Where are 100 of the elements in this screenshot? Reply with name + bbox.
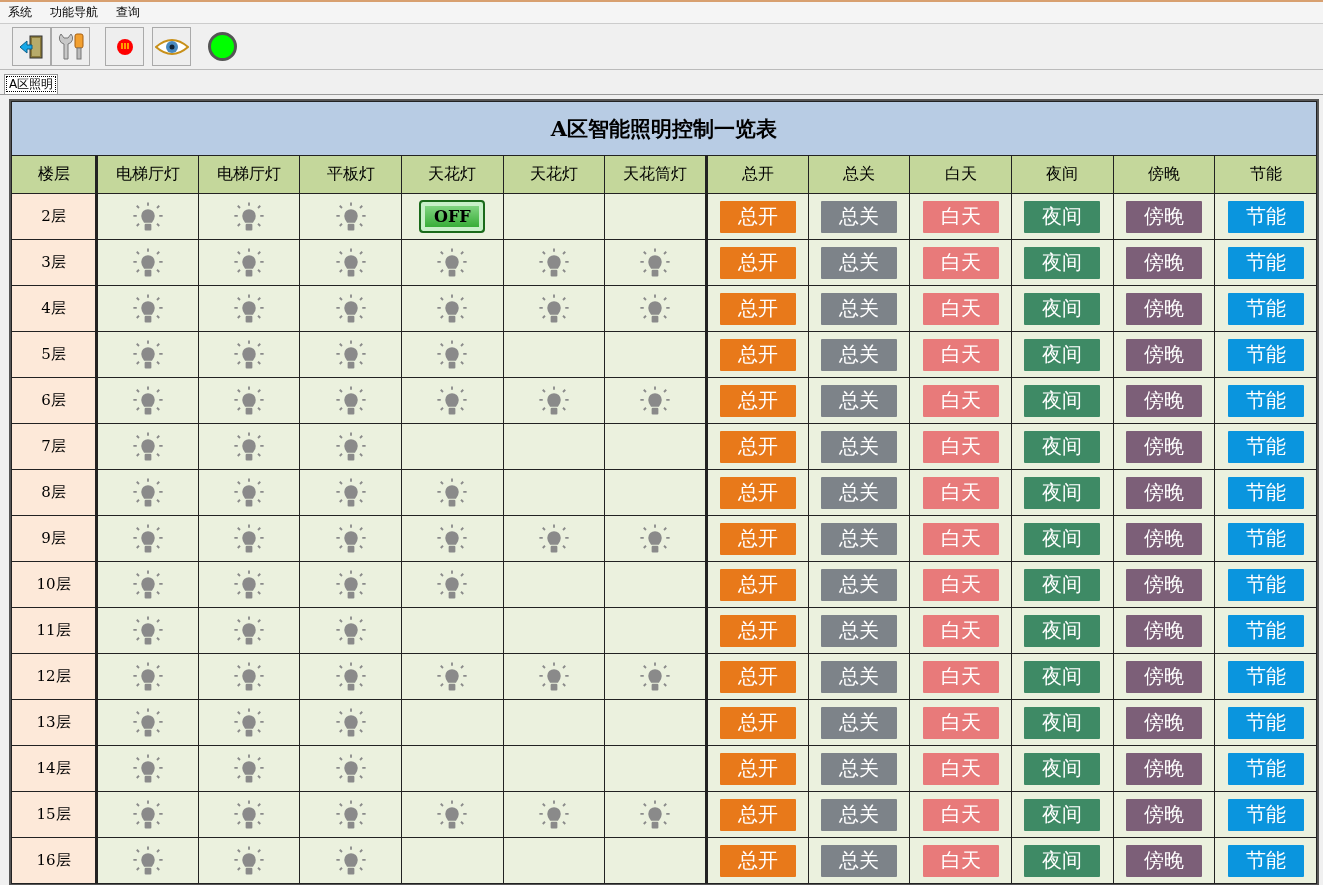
action-button[interactable]: 夜间 [1024,660,1101,693]
action-button[interactable]: 节能 [1227,752,1304,785]
light-bulb-icon[interactable] [231,476,267,509]
action-button[interactable]: 白天 [922,568,999,601]
tab[interactable]: A区照明 [4,74,59,94]
action-button[interactable]: 总开 [719,338,796,371]
action-button[interactable]: 总开 [719,614,796,647]
action-button[interactable]: 总开 [719,752,796,785]
action-button[interactable]: 夜间 [1024,292,1101,325]
action-button[interactable]: 总开 [719,568,796,601]
action-button[interactable]: 傍晚 [1125,844,1202,877]
action-button[interactable]: 夜间 [1024,476,1101,509]
action-button[interactable]: 总开 [719,706,796,739]
menu-item[interactable]: 系统 [8,4,32,21]
action-button[interactable]: 总关 [820,476,897,509]
action-button[interactable]: 白天 [922,798,999,831]
action-button[interactable]: 白天 [922,614,999,647]
action-button[interactable]: 白天 [922,430,999,463]
action-button[interactable]: 夜间 [1024,246,1101,279]
action-button[interactable]: 白天 [922,706,999,739]
action-button[interactable]: 白天 [922,200,999,233]
light-bulb-icon[interactable] [231,384,267,417]
action-button[interactable]: 夜间 [1024,844,1101,877]
action-button[interactable]: 总关 [820,844,897,877]
action-button[interactable]: 白天 [922,660,999,693]
action-button[interactable]: 白天 [922,338,999,371]
action-button[interactable]: 傍晚 [1125,292,1202,325]
light-bulb-icon[interactable] [231,660,267,693]
action-button[interactable]: 节能 [1227,614,1304,647]
action-button[interactable]: 节能 [1227,798,1304,831]
action-button[interactable]: 傍晚 [1125,522,1202,555]
action-button[interactable]: 白天 [922,292,999,325]
action-button[interactable]: 总关 [820,660,897,693]
light-bulb-icon[interactable] [231,614,267,647]
action-button[interactable]: 傍晚 [1125,476,1202,509]
action-button[interactable]: 节能 [1227,660,1304,693]
light-bulb-icon[interactable] [231,706,267,739]
action-button[interactable]: 总关 [820,384,897,417]
action-button[interactable]: 节能 [1227,706,1304,739]
action-button[interactable]: 总关 [820,200,897,233]
action-button[interactable]: 节能 [1227,338,1304,371]
action-button[interactable]: 白天 [922,844,999,877]
action-button[interactable]: 傍晚 [1125,338,1202,371]
action-button[interactable]: 总关 [820,430,897,463]
alarm-button[interactable] [105,27,144,66]
action-button[interactable]: 傍晚 [1125,706,1202,739]
action-button[interactable]: 夜间 [1024,568,1101,601]
action-button[interactable]: 傍晚 [1125,200,1202,233]
light-bulb-icon[interactable] [231,798,267,831]
action-button[interactable]: 节能 [1227,430,1304,463]
action-button[interactable]: 节能 [1227,384,1304,417]
light-bulb-icon[interactable] [231,844,267,877]
eye-button[interactable] [152,27,191,66]
action-button[interactable]: 夜间 [1024,338,1101,371]
light-bulb-icon[interactable] [231,752,267,785]
action-button[interactable]: 节能 [1227,200,1304,233]
light-bulb-icon[interactable] [231,246,267,279]
action-button[interactable]: 傍晚 [1125,660,1202,693]
action-button[interactable]: 夜间 [1024,706,1101,739]
action-button[interactable]: 傍晚 [1125,614,1202,647]
toggle-switch[interactable]: OFF [419,200,486,233]
light-bulb-icon[interactable] [231,338,267,371]
action-button[interactable]: 节能 [1227,476,1304,509]
action-button[interactable]: 节能 [1227,522,1304,555]
action-button[interactable]: 夜间 [1024,384,1101,417]
action-button[interactable]: 总关 [820,614,897,647]
action-button[interactable]: 白天 [922,476,999,509]
menu-item[interactable]: 查询 [116,4,140,21]
action-button[interactable]: 傍晚 [1125,798,1202,831]
light-bulb-icon[interactable] [231,522,267,555]
light-bulb-icon[interactable] [231,292,267,325]
action-button[interactable]: 总开 [719,522,796,555]
action-button[interactable]: 总关 [820,706,897,739]
action-button[interactable]: 总开 [719,844,796,877]
action-button[interactable]: 总关 [820,522,897,555]
action-button[interactable]: 白天 [922,752,999,785]
action-button[interactable]: 总开 [719,476,796,509]
tools-button[interactable] [51,27,90,66]
exit-door-button[interactable] [12,27,51,66]
light-bulb-icon[interactable] [231,568,267,601]
light-bulb-icon[interactable] [231,200,267,233]
action-button[interactable]: 夜间 [1024,752,1101,785]
action-button[interactable]: 总开 [719,660,796,693]
action-button[interactable]: 傍晚 [1125,430,1202,463]
action-button[interactable]: 傍晚 [1125,384,1202,417]
action-button[interactable]: 总开 [719,246,796,279]
action-button[interactable]: 总开 [719,292,796,325]
action-button[interactable]: 夜间 [1024,522,1101,555]
action-button[interactable]: 节能 [1227,568,1304,601]
action-button[interactable]: 傍晚 [1125,752,1202,785]
action-button[interactable]: 傍晚 [1125,246,1202,279]
action-button[interactable]: 总开 [719,798,796,831]
action-button[interactable]: 总关 [820,568,897,601]
action-button[interactable]: 总开 [719,384,796,417]
action-button[interactable]: 白天 [922,522,999,555]
action-button[interactable]: 夜间 [1024,430,1101,463]
action-button[interactable]: 夜间 [1024,614,1101,647]
action-button[interactable]: 总关 [820,798,897,831]
action-button[interactable]: 总关 [820,246,897,279]
action-button[interactable]: 白天 [922,246,999,279]
